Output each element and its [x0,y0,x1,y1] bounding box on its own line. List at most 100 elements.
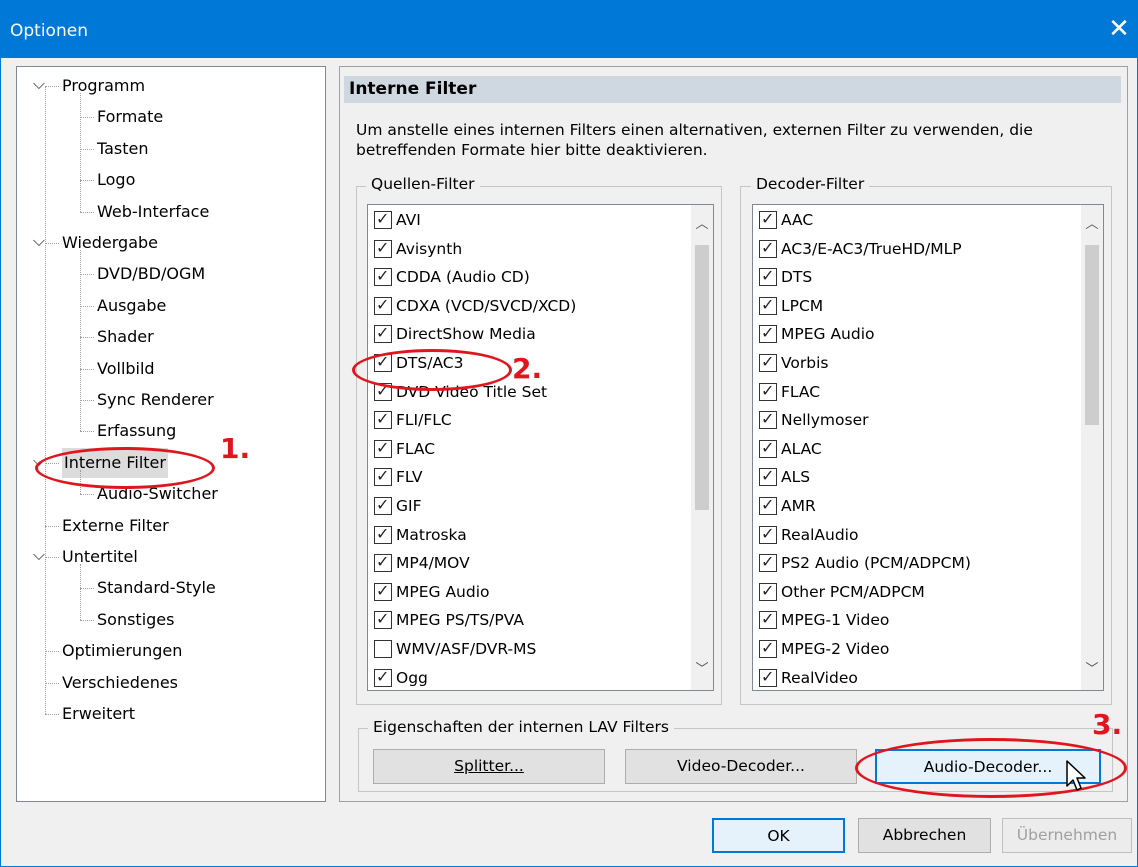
checkbox[interactable]: ✓ [374,609,392,630]
decoder-filter-list[interactable]: ✓ AAC ✓ AC3/E-AC3/TrueHD/MLP ✓ DTS ✓ LPCM ✓ MPEG … [752,204,1104,691]
checkbox[interactable]: ✓ [759,266,777,287]
check-icon: ✓ [761,380,775,400]
decoder-filter-item-label: MPEG-1 Video [781,611,890,630]
chevron-down-icon[interactable]: ﹀ [692,660,712,680]
check-icon: ✓ [761,580,775,600]
checkbox[interactable]: ✓ [759,580,777,601]
checkbox[interactable]: ✓ [374,495,392,515]
apply-button[interactable]: Übernehmen [1002,818,1132,853]
video-decoder-button[interactable]: Video-Decoder... [625,749,857,784]
tree-item-label: Formate [97,107,164,127]
tree-connector [45,86,59,87]
checkbox[interactable]: ✓ [759,552,777,573]
check-icon: ✓ [761,323,775,343]
tree-connector [80,211,94,213]
chevron-up-icon[interactable]: ︿ [692,215,712,235]
checkbox[interactable]: ✓ [374,295,392,315]
tree-connector [45,86,46,714]
ok-button-label: OK [767,827,790,845]
checkbox[interactable]: ✓ [374,580,392,601]
tree-item-label: Interne Filter [62,447,168,478]
checkbox[interactable]: ✓ [759,209,777,229]
check-icon: ✓ [376,323,390,343]
check-icon: ✓ [761,609,775,629]
chevron-down-icon[interactable]: ﹀ [1082,660,1102,680]
tree-item-label: Vollbild [97,358,155,378]
checkbox[interactable]: ✓ [759,380,777,401]
mouse-pointer-icon [1066,760,1086,791]
tree-connector [80,274,94,276]
check-icon: ✓ [376,380,390,400]
checkbox[interactable]: ✓ [759,495,777,515]
tree-item-label: Logo [97,170,136,190]
close-icon[interactable]: ✕ [1104,14,1134,44]
checkbox[interactable]: ✓ [759,524,777,544]
checkbox[interactable]: ✓ [374,409,392,430]
ok-button[interactable]: OK [712,818,845,853]
checkbox[interactable] [374,640,392,658]
check-icon: ✓ [376,580,390,600]
checkbox[interactable]: ✓ [759,466,777,487]
tree-connector [45,714,59,715]
decoder-filter-scrollbar[interactable]: ︿ ﹀ [1081,205,1103,690]
checkbox[interactable]: ✓ [759,638,777,658]
splitter-button[interactable]: Splitter... [373,749,605,784]
checkbox[interactable]: ✓ [374,209,392,229]
checkbox[interactable]: ✓ [759,438,777,458]
tree-item-label: Shader [97,327,154,347]
source-filter-scroll-thumb[interactable] [695,245,709,510]
check-icon: ✓ [376,552,390,572]
source-filter-scrollbar[interactable]: ︿ ﹀ [691,205,713,690]
source-filter-list[interactable]: ✓ AVI ✓ Avisynth ✓ CDDA (Audio CD) ✓ CDXA (VCD/… [367,204,714,691]
checkbox[interactable]: ✓ [759,609,777,630]
checkbox[interactable]: ✓ [759,323,777,344]
title-bar [0,0,1138,58]
checkbox[interactable]: ✓ [374,352,392,372]
annotation-step-2: 2. [512,352,543,385]
checkbox[interactable]: ✓ [759,238,777,258]
check-icon: ✓ [376,237,390,257]
tree-connector [45,651,59,653]
check-icon: ✓ [376,523,390,543]
chevron-up-icon[interactable]: ︿ [1082,215,1102,235]
checkbox[interactable]: ✓ [374,466,392,487]
checkbox[interactable]: ✓ [374,552,392,573]
checkbox[interactable]: ✓ [374,237,392,258]
checkbox[interactable]: ✓ [759,409,777,430]
checkbox[interactable]: ✓ [759,294,777,315]
checkbox[interactable]: ✓ [759,667,777,687]
tree-item-label: Externe Filter [62,515,169,535]
tree-item-label: Verschiedenes [62,672,179,692]
checkbox[interactable]: ✓ [374,438,392,458]
tree-connector [45,243,59,244]
checkbox[interactable]: ✓ [374,380,392,401]
source-filter-item-label: Avisynth [396,239,463,258]
checkbox[interactable]: ✓ [374,666,392,687]
decoder-filter-item-label: FLAC [781,382,821,401]
decoder-filter-scroll-thumb[interactable] [1085,245,1099,425]
options-tree[interactable]: Programm ⌵ Formate Tasten Logo Web-Interface W… [16,66,326,802]
decoder-filter-item-label: Vorbis [781,354,829,372]
checkbox[interactable]: ✓ [374,266,392,287]
checkbox[interactable]: ✓ [374,323,392,344]
decoder-filter-item-label: MPEG Audio [781,325,875,344]
check-icon: ✓ [376,352,390,371]
decoder-filter-item-label: MPEG-2 Video [781,640,890,658]
source-filter-item-label: DTS/AC3 [396,354,464,372]
checkbox[interactable]: ✓ [374,523,392,544]
tree-connector [45,525,59,527]
tree-item-label: Audio-Switcher [97,484,218,504]
tree-connector [80,368,94,370]
source-filter-item-label: FLV [396,468,423,487]
splitter-button-label: Splitter... [454,757,524,775]
decoder-filter-item-label: PS2 Audio (PCM/ADPCM) [781,554,971,573]
cancel-button[interactable]: Abbrechen [858,818,991,853]
tree-connector [80,117,94,119]
check-icon: ✓ [761,266,775,286]
tree-item-label: Sonstiges [97,609,175,629]
check-icon: ✓ [761,294,775,314]
decoder-filter-item-label: AAC [781,211,814,229]
decoder-filter-item-label: Other PCM/ADPCM [781,582,925,601]
check-icon: ✓ [376,666,390,686]
checkbox[interactable]: ✓ [759,352,777,372]
